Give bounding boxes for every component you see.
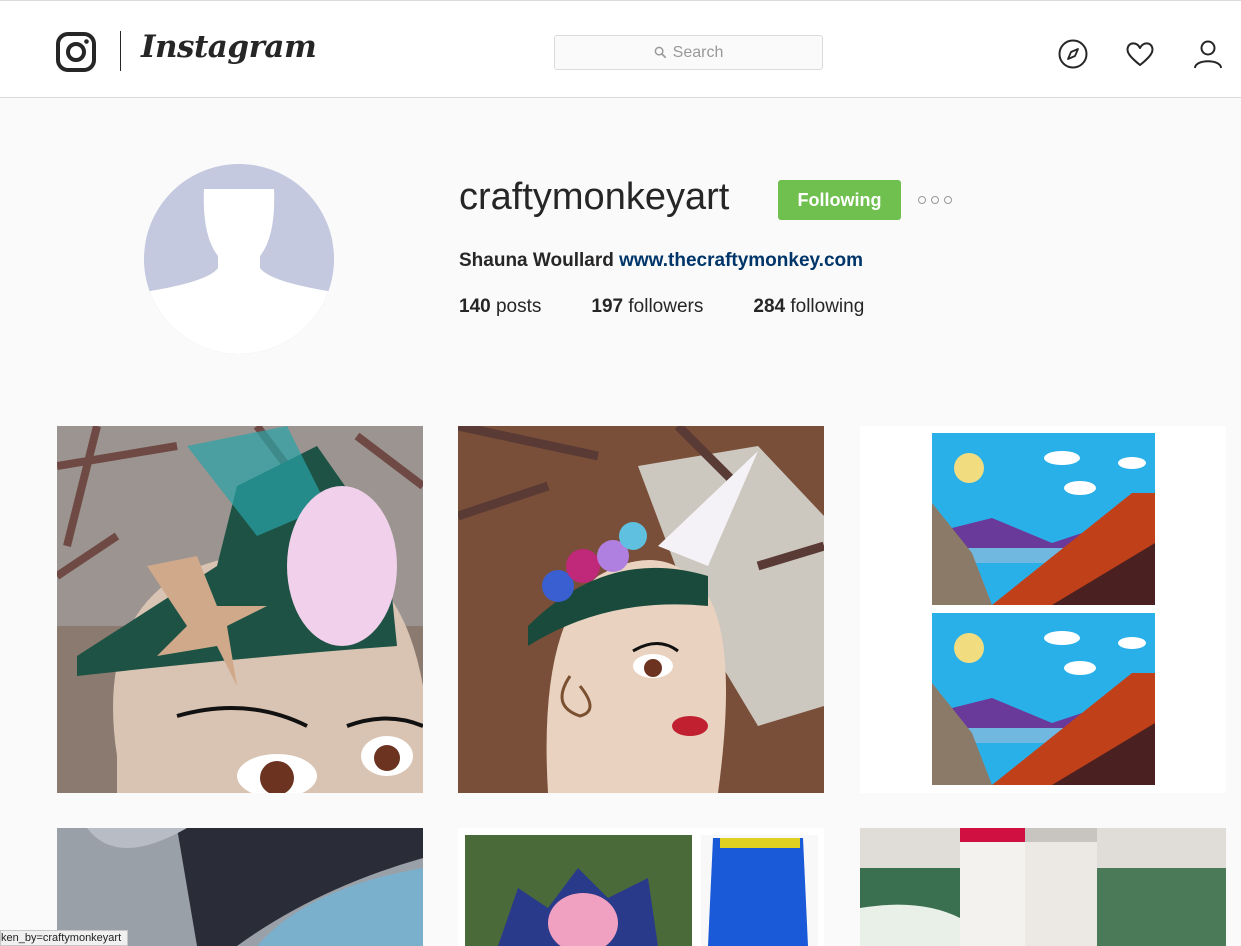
post-thumbnail[interactable] xyxy=(57,828,423,946)
profile-full-name: Shauna Woullard xyxy=(459,250,614,271)
profile-username: craftymonkeyart xyxy=(459,176,730,218)
profile-avatar[interactable] xyxy=(144,164,334,354)
following-count: 284 xyxy=(753,296,786,317)
search-input[interactable]: Search xyxy=(554,35,823,70)
logo-divider xyxy=(120,31,121,71)
compass-icon[interactable] xyxy=(1057,38,1089,70)
more-dot-icon xyxy=(931,196,939,204)
post-thumbnail[interactable] xyxy=(458,426,824,793)
post-thumbnail[interactable] xyxy=(860,426,1226,793)
top-navigation-bar: Instagram Search xyxy=(0,0,1241,98)
default-avatar-silhouette-icon xyxy=(144,164,334,354)
browser-status-bar: ken_by=craftymonkeyart xyxy=(0,930,129,946)
profile-website-link[interactable]: www.thecraftymonkey.com xyxy=(619,250,863,271)
search-placeholder: Search xyxy=(672,43,724,61)
following-label: following xyxy=(790,296,865,317)
posts-stat: 140 posts xyxy=(459,296,541,318)
person-icon[interactable] xyxy=(1192,38,1224,70)
more-options-button[interactable] xyxy=(918,190,952,210)
instagram-wordmark[interactable]: Instagram xyxy=(141,29,317,65)
post-thumbnail[interactable] xyxy=(458,828,824,946)
followers-stat[interactable]: 197 followers xyxy=(591,296,703,318)
profile-bio: Shauna Woullard www.thecraftymonkey.com xyxy=(459,250,863,272)
profile-stats: 140 posts 197 followers 284 following xyxy=(459,296,914,318)
more-dot-icon xyxy=(944,196,952,204)
heart-icon[interactable] xyxy=(1124,38,1156,70)
post-thumbnail[interactable] xyxy=(57,426,423,793)
posts-count: 140 xyxy=(459,296,491,317)
instagram-camera-icon[interactable] xyxy=(56,32,96,72)
search-icon xyxy=(654,46,666,59)
following-button[interactable]: Following xyxy=(778,180,901,220)
followers-label: followers xyxy=(628,296,704,317)
following-stat[interactable]: 284 following xyxy=(753,296,864,318)
post-thumbnail[interactable] xyxy=(860,828,1226,946)
posts-label: posts xyxy=(495,296,542,317)
more-dot-icon xyxy=(918,196,926,204)
followers-count: 197 xyxy=(591,296,624,317)
